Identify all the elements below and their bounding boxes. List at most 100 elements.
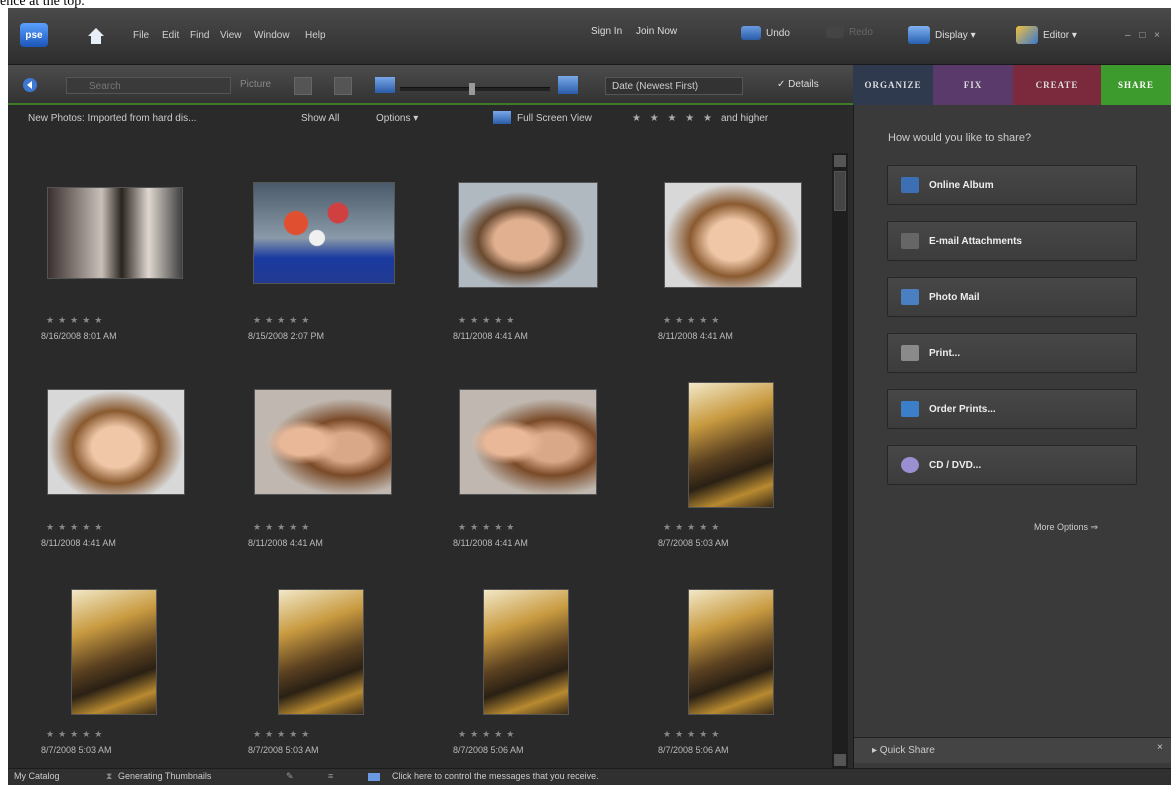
- photo-rating-stars[interactable]: ★★★★★: [253, 522, 313, 533]
- tab-organize[interactable]: ORGANIZE: [853, 65, 933, 105]
- printer-icon: [901, 345, 919, 361]
- editor-button[interactable]: Editor ▾: [1016, 26, 1077, 44]
- photo-rating-stars[interactable]: ★★★★★: [46, 729, 106, 740]
- photo-item[interactable]: ★★★★★ 8/11/2008 4:41 AM: [215, 340, 415, 548]
- grid-view-icon[interactable]: [334, 77, 352, 95]
- thumbnail-view-icon[interactable]: [294, 77, 312, 95]
- more-options-link[interactable]: More Options ⇒: [1034, 522, 1098, 533]
- photo-item[interactable]: ★★★★★ 8/7/2008 5:03 AM: [215, 547, 415, 755]
- photo-item[interactable]: ★★★★★ 8/11/2008 4:41 AM: [625, 133, 825, 341]
- photo-date: 8/7/2008 5:06 AM: [658, 745, 729, 755]
- show-all-button[interactable]: Show All: [301, 113, 339, 124]
- photo-thumbnail[interactable]: [688, 382, 774, 508]
- share-option-order-prints[interactable]: Order Prints...: [887, 389, 1137, 429]
- display-button[interactable]: Display ▾: [908, 26, 976, 44]
- undo-button[interactable]: Undo: [741, 26, 790, 40]
- photo-item[interactable]: ★★★★★ 8/16/2008 8:01 AM: [8, 133, 208, 341]
- photo-item[interactable]: ★★★★★ 8/11/2008 4:41 AM: [420, 133, 620, 341]
- photo-thumbnail[interactable]: [253, 182, 395, 284]
- photo-item[interactable]: ★★★★★ 8/15/2008 2:07 PM: [215, 133, 415, 341]
- list-icon[interactable]: ≡: [328, 771, 333, 781]
- photo-rating-stars[interactable]: ★★★★★: [46, 315, 106, 326]
- redo-button[interactable]: Redo: [826, 26, 873, 38]
- scroll-down-arrow[interactable]: [834, 754, 846, 766]
- tab-create[interactable]: CREATE: [1013, 65, 1101, 105]
- search-input[interactable]: Search: [66, 77, 231, 94]
- online-album-icon: [901, 177, 919, 193]
- close-icon[interactable]: ×: [1157, 742, 1163, 753]
- photo-item[interactable]: ★★★★★ 8/7/2008 5:03 AM: [8, 547, 208, 755]
- scroll-up-arrow[interactable]: [834, 155, 846, 167]
- photo-thumbnail[interactable]: [71, 589, 157, 715]
- message-icon[interactable]: [368, 773, 380, 781]
- photo-thumbnail[interactable]: [458, 182, 598, 288]
- share-option-e-mail-attachments[interactable]: E-mail Attachments: [887, 221, 1137, 261]
- paperclip-icon: [901, 233, 919, 249]
- tab-share[interactable]: SHARE: [1101, 65, 1171, 105]
- photo-thumbnail[interactable]: [664, 182, 802, 288]
- photo-rating-stars[interactable]: ★★★★★: [46, 522, 106, 533]
- and-higher-label: and higher: [721, 113, 769, 124]
- undo-label: Undo: [766, 27, 790, 39]
- message-control-link[interactable]: Click here to control the messages that …: [392, 771, 599, 781]
- menu-edit[interactable]: Edit: [162, 30, 179, 41]
- home-icon[interactable]: [86, 26, 106, 46]
- photo-thumbnail[interactable]: [47, 187, 183, 279]
- share-option-cd-dvd[interactable]: CD / DVD...: [887, 445, 1137, 485]
- photo-rating-stars[interactable]: ★★★★★: [458, 729, 518, 740]
- photo-thumbnail[interactable]: [688, 589, 774, 715]
- slider-knob[interactable]: [469, 83, 475, 95]
- rating-filter-stars[interactable]: ★ ★ ★ ★ ★: [632, 113, 715, 124]
- photo-thumbnail[interactable]: [483, 589, 569, 715]
- menu-find[interactable]: Find: [190, 30, 209, 41]
- full-screen-icon[interactable]: [493, 111, 511, 124]
- menu-window[interactable]: Window: [254, 30, 290, 41]
- photo-thumbnail[interactable]: [47, 389, 185, 495]
- details-checkbox[interactable]: ✓ Details: [777, 79, 819, 90]
- photo-rating-stars[interactable]: ★★★★★: [253, 729, 313, 740]
- join-now-link[interactable]: Join Now: [636, 26, 677, 37]
- share-option-label: E-mail Attachments: [929, 235, 1022, 247]
- window-controls[interactable]: – □ ×: [1125, 30, 1163, 41]
- photo-item[interactable]: ★★★★★ 8/11/2008 4:41 AM: [420, 340, 620, 548]
- share-option-online-album[interactable]: Online Album: [887, 165, 1137, 205]
- photo-thumbnail[interactable]: [254, 389, 392, 495]
- full-screen-button[interactable]: Full Screen View: [517, 113, 592, 124]
- photo-thumbnail[interactable]: [278, 589, 364, 715]
- share-option-print[interactable]: Print...: [887, 333, 1137, 373]
- share-option-label: Photo Mail: [929, 291, 980, 303]
- options-menu[interactable]: Options ▾: [376, 113, 418, 124]
- photo-item[interactable]: ★★★★★ 8/7/2008 5:03 AM: [625, 340, 825, 548]
- thumbnail-size-slider[interactable]: [400, 83, 550, 95]
- tab-fix[interactable]: FIX: [933, 65, 1013, 105]
- menu-view[interactable]: View: [220, 30, 242, 41]
- photo-rating-stars[interactable]: ★★★★★: [458, 315, 518, 326]
- quick-share-bar[interactable]: ▸ Quick Share ×: [854, 737, 1171, 763]
- menu-file[interactable]: File: [133, 30, 149, 41]
- menu-help[interactable]: Help: [305, 30, 326, 41]
- sort-dropdown[interactable]: Date (Newest First): [605, 77, 743, 95]
- vertical-scrollbar[interactable]: [832, 153, 848, 768]
- photo-item[interactable]: ★★★★★ 8/11/2008 4:41 AM: [8, 340, 208, 548]
- back-arrow-icon[interactable]: [22, 77, 38, 93]
- small-thumbnail-icon[interactable]: [375, 77, 395, 93]
- catalog-name[interactable]: My Catalog: [14, 771, 60, 781]
- photo-date: 8/7/2008 5:03 AM: [41, 745, 112, 755]
- photo-rating-stars[interactable]: ★★★★★: [663, 522, 723, 533]
- pen-icon[interactable]: ✎: [286, 771, 294, 782]
- share-option-photo-mail[interactable]: Photo Mail: [887, 277, 1137, 317]
- photo-item[interactable]: ★★★★★ 8/7/2008 5:06 AM: [625, 547, 825, 755]
- share-option-label: Order Prints...: [929, 403, 996, 415]
- photo-rating-stars[interactable]: ★★★★★: [458, 522, 518, 533]
- photo-rating-stars[interactable]: ★★★★★: [663, 315, 723, 326]
- photo-thumbnail[interactable]: [459, 389, 597, 495]
- photo-item[interactable]: ★★★★★ 8/7/2008 5:06 AM: [420, 547, 620, 755]
- editor-icon: [1016, 26, 1038, 44]
- sign-in-link[interactable]: Sign In: [591, 26, 622, 37]
- app-logo: pse: [20, 23, 48, 47]
- photo-rating-stars[interactable]: ★★★★★: [253, 315, 313, 326]
- large-thumbnail-icon[interactable]: [558, 76, 578, 94]
- scrollbar-thumb[interactable]: [834, 171, 846, 211]
- photo-rating-stars[interactable]: ★★★★★: [663, 729, 723, 740]
- photo-date: 8/7/2008 5:06 AM: [453, 745, 524, 755]
